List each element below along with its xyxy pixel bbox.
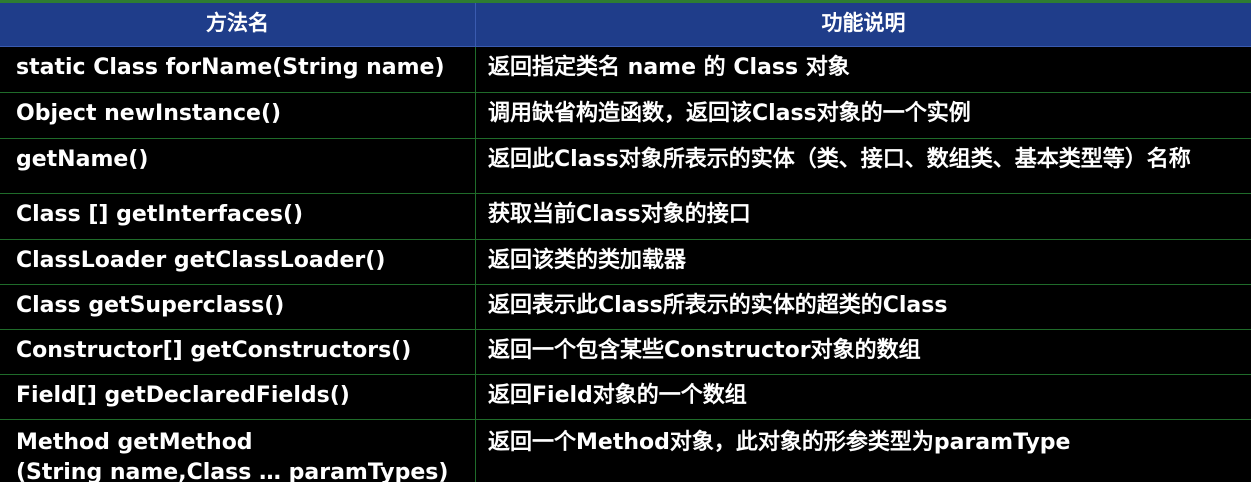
table-header: 方法名 功能说明 (0, 3, 1251, 47)
description-cell: 返回该类的类加载器 (488, 248, 687, 273)
table-row: Class getSuperclass() 返回表示此Class所表示的实体的超… (0, 285, 1251, 330)
header-method-name: 方法名 (0, 3, 476, 46)
table-row: Constructor[] getConstructors() 返回一个包含某些… (0, 330, 1251, 375)
description-cell: 返回此Class对象所表示的实体（类、接口、数组类、基本类型等）名称 (488, 147, 1191, 172)
method-cell: Constructor[] getConstructors() (0, 330, 476, 374)
table-row: static Class forName(String name) 返回指定类名… (0, 47, 1251, 93)
method-cell-line-params: (String name,Class … paramTypes) (16, 460, 449, 482)
description-cell: 返回一个包含某些Constructor对象的数组 (488, 338, 921, 363)
method-cell-line: Method getMethod (16, 430, 253, 455)
table-row: Object newInstance() 调用缺省构造函数，返回该Class对象… (0, 93, 1251, 139)
table-row: getName() 返回此Class对象所表示的实体（类、接口、数组类、基本类型… (0, 139, 1251, 194)
method-cell: Class [] getInterfaces() (0, 194, 476, 239)
description-cell: 调用缺省构造函数，返回该Class对象的一个实例 (488, 101, 971, 126)
description-cell: 返回指定类名 name 的 Class 对象 (488, 55, 850, 80)
description-cell: 返回一个Method对象，此对象的形参类型为paramType (488, 430, 1071, 455)
method-cell: Field[] getDeclaredFields() (0, 375, 476, 419)
method-cell: Object newInstance() (0, 93, 476, 138)
method-cell: getName() (0, 139, 476, 193)
description-cell: 返回表示此Class所表示的实体的超类的Class (488, 293, 948, 318)
method-cell: Class getSuperclass() (0, 285, 476, 329)
table-row: Class [] getInterfaces() 获取当前Class对象的接口 (0, 194, 1251, 240)
description-cell: 获取当前Class对象的接口 (488, 202, 751, 227)
method-cell: ClassLoader getClassLoader() (0, 240, 476, 284)
methods-table: 方法名 功能说明 static Class forName(String nam… (0, 0, 1251, 482)
table-row: Field[] getDeclaredFields() 返回Field对象的一个… (0, 375, 1251, 420)
method-cell: Method getMethod (String name,Class … pa… (0, 420, 476, 482)
method-cell: static Class forName(String name) (0, 47, 476, 92)
table-row: ClassLoader getClassLoader() 返回该类的类加载器 (0, 240, 1251, 285)
header-description: 功能说明 (821, 11, 906, 35)
description-cell: 返回Field对象的一个数组 (488, 383, 747, 408)
table-row: Method getMethod (String name,Class … pa… (0, 420, 1251, 482)
